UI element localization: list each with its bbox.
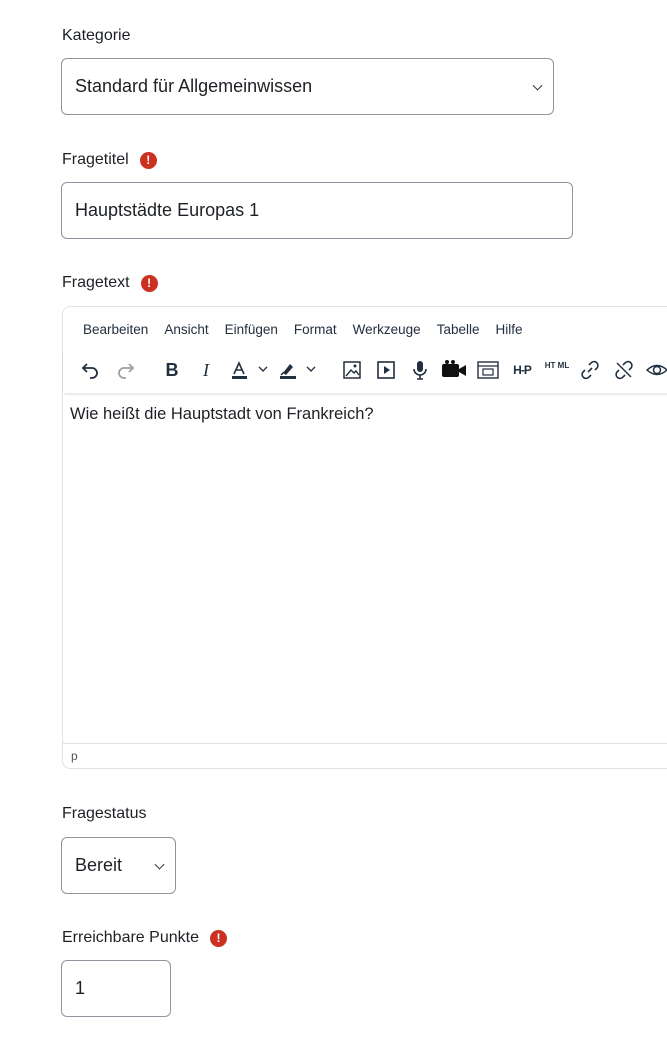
question-status-label: Fragestatus xyxy=(62,805,146,823)
menu-format[interactable]: Format xyxy=(294,322,337,337)
question-text-label-text: Fragetext xyxy=(62,274,130,291)
rich-text-editor: Bearbeiten Ansicht Einfügen Format Werkz… xyxy=(62,306,667,769)
category-select-value: Standard für Allgemeinwissen xyxy=(75,76,313,96)
link-icon[interactable] xyxy=(579,359,601,381)
microphone-icon[interactable] xyxy=(409,359,431,381)
menu-insert[interactable]: Einfügen xyxy=(225,322,278,337)
chevron-down-icon xyxy=(154,859,165,870)
question-title-label-text: Fragetitel xyxy=(62,151,129,168)
video-camera-icon[interactable] xyxy=(441,359,467,381)
question-title-value: Hauptstädte Europas 1 xyxy=(75,200,260,220)
html-icon[interactable]: HT ML xyxy=(543,359,571,383)
menu-help[interactable]: Hilfe xyxy=(495,322,522,337)
embed-icon[interactable] xyxy=(476,359,500,381)
required-icon: ! xyxy=(139,151,157,169)
text-color-icon[interactable] xyxy=(229,359,269,381)
image-icon[interactable] xyxy=(341,359,363,381)
preview-icon[interactable] xyxy=(645,359,667,381)
required-icon: ! xyxy=(140,274,158,292)
undo-icon[interactable] xyxy=(79,359,101,381)
category-select[interactable]: Standard für Allgemeinwissen xyxy=(61,58,554,115)
question-status-value: Bereit xyxy=(75,855,123,875)
media-icon[interactable] xyxy=(375,359,397,381)
menu-table[interactable]: Tabelle xyxy=(437,322,480,337)
question-title-label: Fragetitel ! xyxy=(62,151,157,169)
unlink-icon[interactable] xyxy=(613,359,635,381)
question-status-label-text: Fragestatus xyxy=(62,805,147,822)
menu-tools[interactable]: Werkzeuge xyxy=(353,322,421,337)
editor-toolbar: B I H-P HT ML xyxy=(63,347,667,393)
editor-menubar: Bearbeiten Ansicht Einfügen Format Werkz… xyxy=(83,322,539,337)
default-mark-input[interactable]: 1 xyxy=(61,960,171,1017)
question-title-input[interactable]: Hauptstädte Europas 1 xyxy=(61,182,573,239)
category-label: Kategorie xyxy=(62,27,131,45)
bold-icon[interactable]: B xyxy=(161,359,183,381)
italic-icon[interactable]: I xyxy=(195,359,217,381)
menu-edit[interactable]: Bearbeiten xyxy=(83,322,148,337)
default-mark-label-text: Erreichbare Punkte xyxy=(62,929,199,946)
default-mark-value: 1 xyxy=(75,978,86,998)
element-path[interactable]: p xyxy=(71,749,78,763)
default-mark-label: Erreichbare Punkte ! xyxy=(62,929,227,947)
question-status-select[interactable]: Bereit xyxy=(61,837,176,894)
editor-content[interactable]: Wie heißt die Hauptstadt von Frankreich? xyxy=(70,405,374,424)
category-label-text: Kategorie xyxy=(62,27,131,44)
redo-icon[interactable] xyxy=(115,359,137,381)
question-text-label: Fragetext ! xyxy=(62,274,158,292)
chevron-down-icon xyxy=(532,80,543,91)
editor-statusbar: p xyxy=(63,743,667,768)
h5p-icon[interactable]: H-P xyxy=(509,359,535,381)
required-icon: ! xyxy=(209,929,227,947)
highlight-icon[interactable] xyxy=(277,359,317,381)
menu-view[interactable]: Ansicht xyxy=(164,322,208,337)
